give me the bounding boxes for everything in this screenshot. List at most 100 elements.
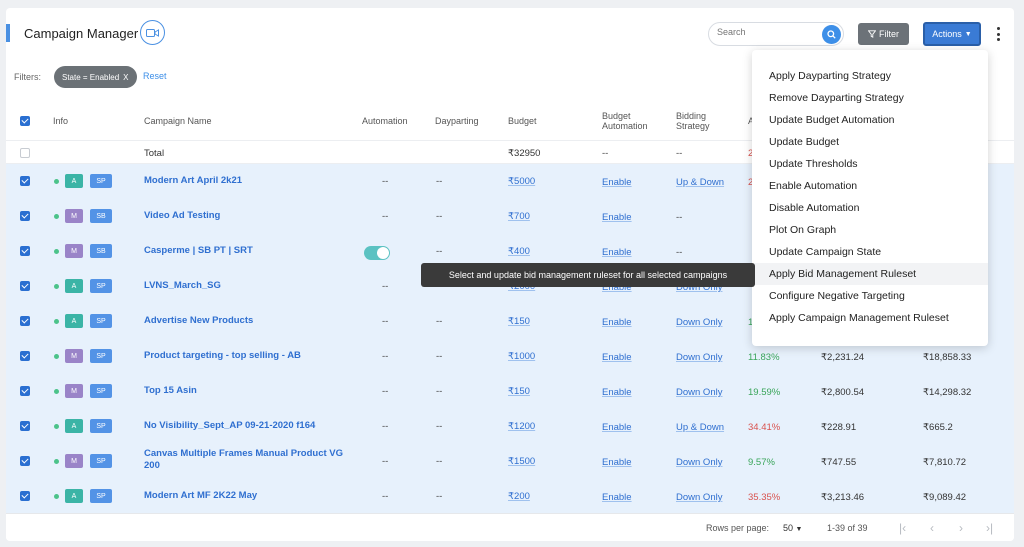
menu-item-remove-dayparting-strategy[interactable]: Remove Dayparting Strategy <box>752 87 988 109</box>
campaign-name-link[interactable]: Modern Art MF 2K22 May <box>144 490 344 502</box>
menu-item-update-thresholds[interactable]: Update Thresholds <box>752 153 988 175</box>
menu-item-update-budget-automation[interactable]: Update Budget Automation <box>752 109 988 131</box>
campaign-name-link[interactable]: Advertise New Products <box>144 315 344 327</box>
rows-per-page-value: 50 <box>783 523 794 533</box>
campaign-name-link[interactable]: Product targeting - top selling - AB <box>144 350 344 362</box>
menu-item-enable-automation[interactable]: Enable Automation <box>752 175 988 197</box>
bidding-strategy-link[interactable]: Down Only <box>676 387 722 398</box>
search-button[interactable] <box>822 25 841 44</box>
last-page-icon[interactable]: ›| <box>986 521 993 535</box>
campaign-name-link[interactable]: Top 15 Asin <box>144 385 344 397</box>
total-budget: ₹32950 <box>508 148 541 159</box>
col-bidding-strategy[interactable]: Bidding Strategy <box>676 111 710 131</box>
budget-automation-link[interactable]: Enable <box>602 492 632 503</box>
budget-automation-link[interactable]: Enable <box>602 177 632 188</box>
bidding-strategy-link[interactable]: Down Only <box>676 317 722 328</box>
campaign-type-badge: SB <box>90 209 112 223</box>
col-campaign-name[interactable]: Campaign Name <box>144 116 212 126</box>
table-row[interactable]: M SP Canvas Multiple Frames Manual Product… <box>6 444 1014 479</box>
budget-link[interactable]: ₹400 <box>508 246 530 257</box>
remove-filter-icon[interactable]: X <box>123 73 128 82</box>
menu-item-apply-campaign-management-ruleset[interactable]: Apply Campaign Management Ruleset <box>752 307 988 329</box>
more-options-icon[interactable] <box>996 27 1000 41</box>
campaign-name-link[interactable]: Modern Art April 2k21 <box>144 175 344 187</box>
campaign-name-link[interactable]: LVNS_March_SG <box>144 280 344 292</box>
budget-link[interactable]: ₹1200 <box>508 421 535 432</box>
funnel-icon <box>868 30 876 38</box>
dayparting-value: -- <box>436 386 443 397</box>
total-row-checkbox[interactable] <box>20 148 30 158</box>
budget-automation-link[interactable]: Enable <box>602 352 632 363</box>
menu-item-apply-dayparting-strategy[interactable]: Apply Dayparting Strategy <box>752 65 988 87</box>
automation-value: -- <box>382 421 389 432</box>
row-checkbox[interactable] <box>20 246 30 256</box>
menu-item-plot-on-graph[interactable]: Plot On Graph <box>752 219 988 241</box>
col-budget-automation-line2: Automation <box>602 121 648 131</box>
table-row[interactable]: A SP Modern Art MF 2K22 May -- -- ₹200 Enable D… <box>6 479 1014 514</box>
budget-automation-link[interactable]: Enable <box>602 247 632 258</box>
previous-page-icon[interactable]: ‹ <box>930 521 934 535</box>
search-input[interactable] <box>717 27 813 37</box>
campaign-name-link[interactable]: Video Ad Testing <box>144 210 344 222</box>
bidding-strategy-link[interactable]: Down Only <box>676 492 722 503</box>
video-tutorial-button[interactable] <box>140 20 165 45</box>
row-checkbox[interactable] <box>20 456 30 466</box>
campaign-type-badge: SP <box>90 314 112 328</box>
table-row[interactable]: M SP Top 15 Asin -- -- ₹150 Enable Down Only 19.… <box>6 374 1014 409</box>
campaign-name-link[interactable]: No Visibility_Sept_AP 09-21-2020 f164 <box>144 420 344 432</box>
menu-item-update-campaign-state[interactable]: Update Campaign State <box>752 241 988 263</box>
budget-link[interactable]: ₹700 <box>508 211 530 222</box>
dayparting-value: -- <box>436 351 443 362</box>
menu-item-apply-bid-management-ruleset[interactable]: Apply Bid Management Ruleset <box>752 263 988 285</box>
col-budget-automation[interactable]: Budget Automation <box>602 111 648 131</box>
rows-per-page-select[interactable]: 50 ▼ <box>783 523 802 533</box>
row-checkbox[interactable] <box>20 491 30 501</box>
col-budget[interactable]: Budget <box>508 116 537 126</box>
budget-link[interactable]: ₹1000 <box>508 351 535 362</box>
actions-button[interactable]: Actions ▼ <box>923 22 981 46</box>
automation-toggle[interactable] <box>364 246 390 260</box>
budget-automation-link[interactable]: Enable <box>602 212 632 223</box>
menu-item-configure-negative-targeting[interactable]: Configure Negative Targeting <box>752 285 988 307</box>
row-checkbox[interactable] <box>20 351 30 361</box>
table-row[interactable]: A SP No Visibility_Sept_AP 09-21-2020 f164… <box>6 409 1014 444</box>
caret-down-icon: ▼ <box>964 30 972 38</box>
campaign-name-link[interactable]: Casperme | SB PT | SRT <box>144 245 344 257</box>
bidding-strategy-link[interactable]: Down Only <box>676 457 722 468</box>
budget-link[interactable]: ₹5000 <box>508 176 535 187</box>
budget-automation-link[interactable]: Enable <box>602 387 632 398</box>
bidding-strategy-link[interactable]: Up & Down <box>676 177 724 188</box>
actions-menu-list: Apply Dayparting Strategy Remove Dayparti… <box>752 65 988 329</box>
filter-button[interactable]: Filter <box>858 23 909 45</box>
row-checkbox[interactable] <box>20 211 30 221</box>
budget-link[interactable]: ₹150 <box>508 386 530 397</box>
total-label: Total <box>144 148 165 159</box>
budget-automation-link[interactable]: Enable <box>602 317 632 328</box>
first-page-icon[interactable]: |‹ <box>899 521 906 535</box>
campaign-type-badge: SP <box>90 454 112 468</box>
col-bidding-strategy-line2: Strategy <box>676 121 710 131</box>
budget-automation-link[interactable]: Enable <box>602 457 632 468</box>
reset-filters-link[interactable]: Reset <box>143 71 167 81</box>
row-checkbox[interactable] <box>20 386 30 396</box>
next-page-icon[interactable]: › <box>959 521 963 535</box>
menu-item-disable-automation[interactable]: Disable Automation <box>752 197 988 219</box>
bidding-strategy-link[interactable]: Down Only <box>676 352 722 363</box>
menu-item-update-budget[interactable]: Update Budget <box>752 131 988 153</box>
campaign-name-link[interactable]: Canvas Multiple Frames Manual Product VG… <box>144 448 344 472</box>
budget-link[interactable]: ₹1500 <box>508 456 535 467</box>
col-automation[interactable]: Automation <box>362 116 408 126</box>
row-checkbox[interactable] <box>20 281 30 291</box>
budget-link[interactable]: ₹200 <box>508 491 530 502</box>
row-checkbox[interactable] <box>20 421 30 431</box>
budget-automation-link[interactable]: Enable <box>602 422 632 433</box>
select-all-checkbox[interactable] <box>20 116 30 126</box>
campaign-type-badge: SP <box>90 384 112 398</box>
col-dayparting[interactable]: Dayparting <box>435 116 479 126</box>
campaign-type-badge: SP <box>90 279 112 293</box>
row-checkbox[interactable] <box>20 316 30 326</box>
caret-down-icon: ▼ <box>795 526 803 533</box>
bidding-strategy-link[interactable]: Up & Down <box>676 422 724 433</box>
budget-link[interactable]: ₹150 <box>508 316 530 327</box>
row-checkbox[interactable] <box>20 176 30 186</box>
